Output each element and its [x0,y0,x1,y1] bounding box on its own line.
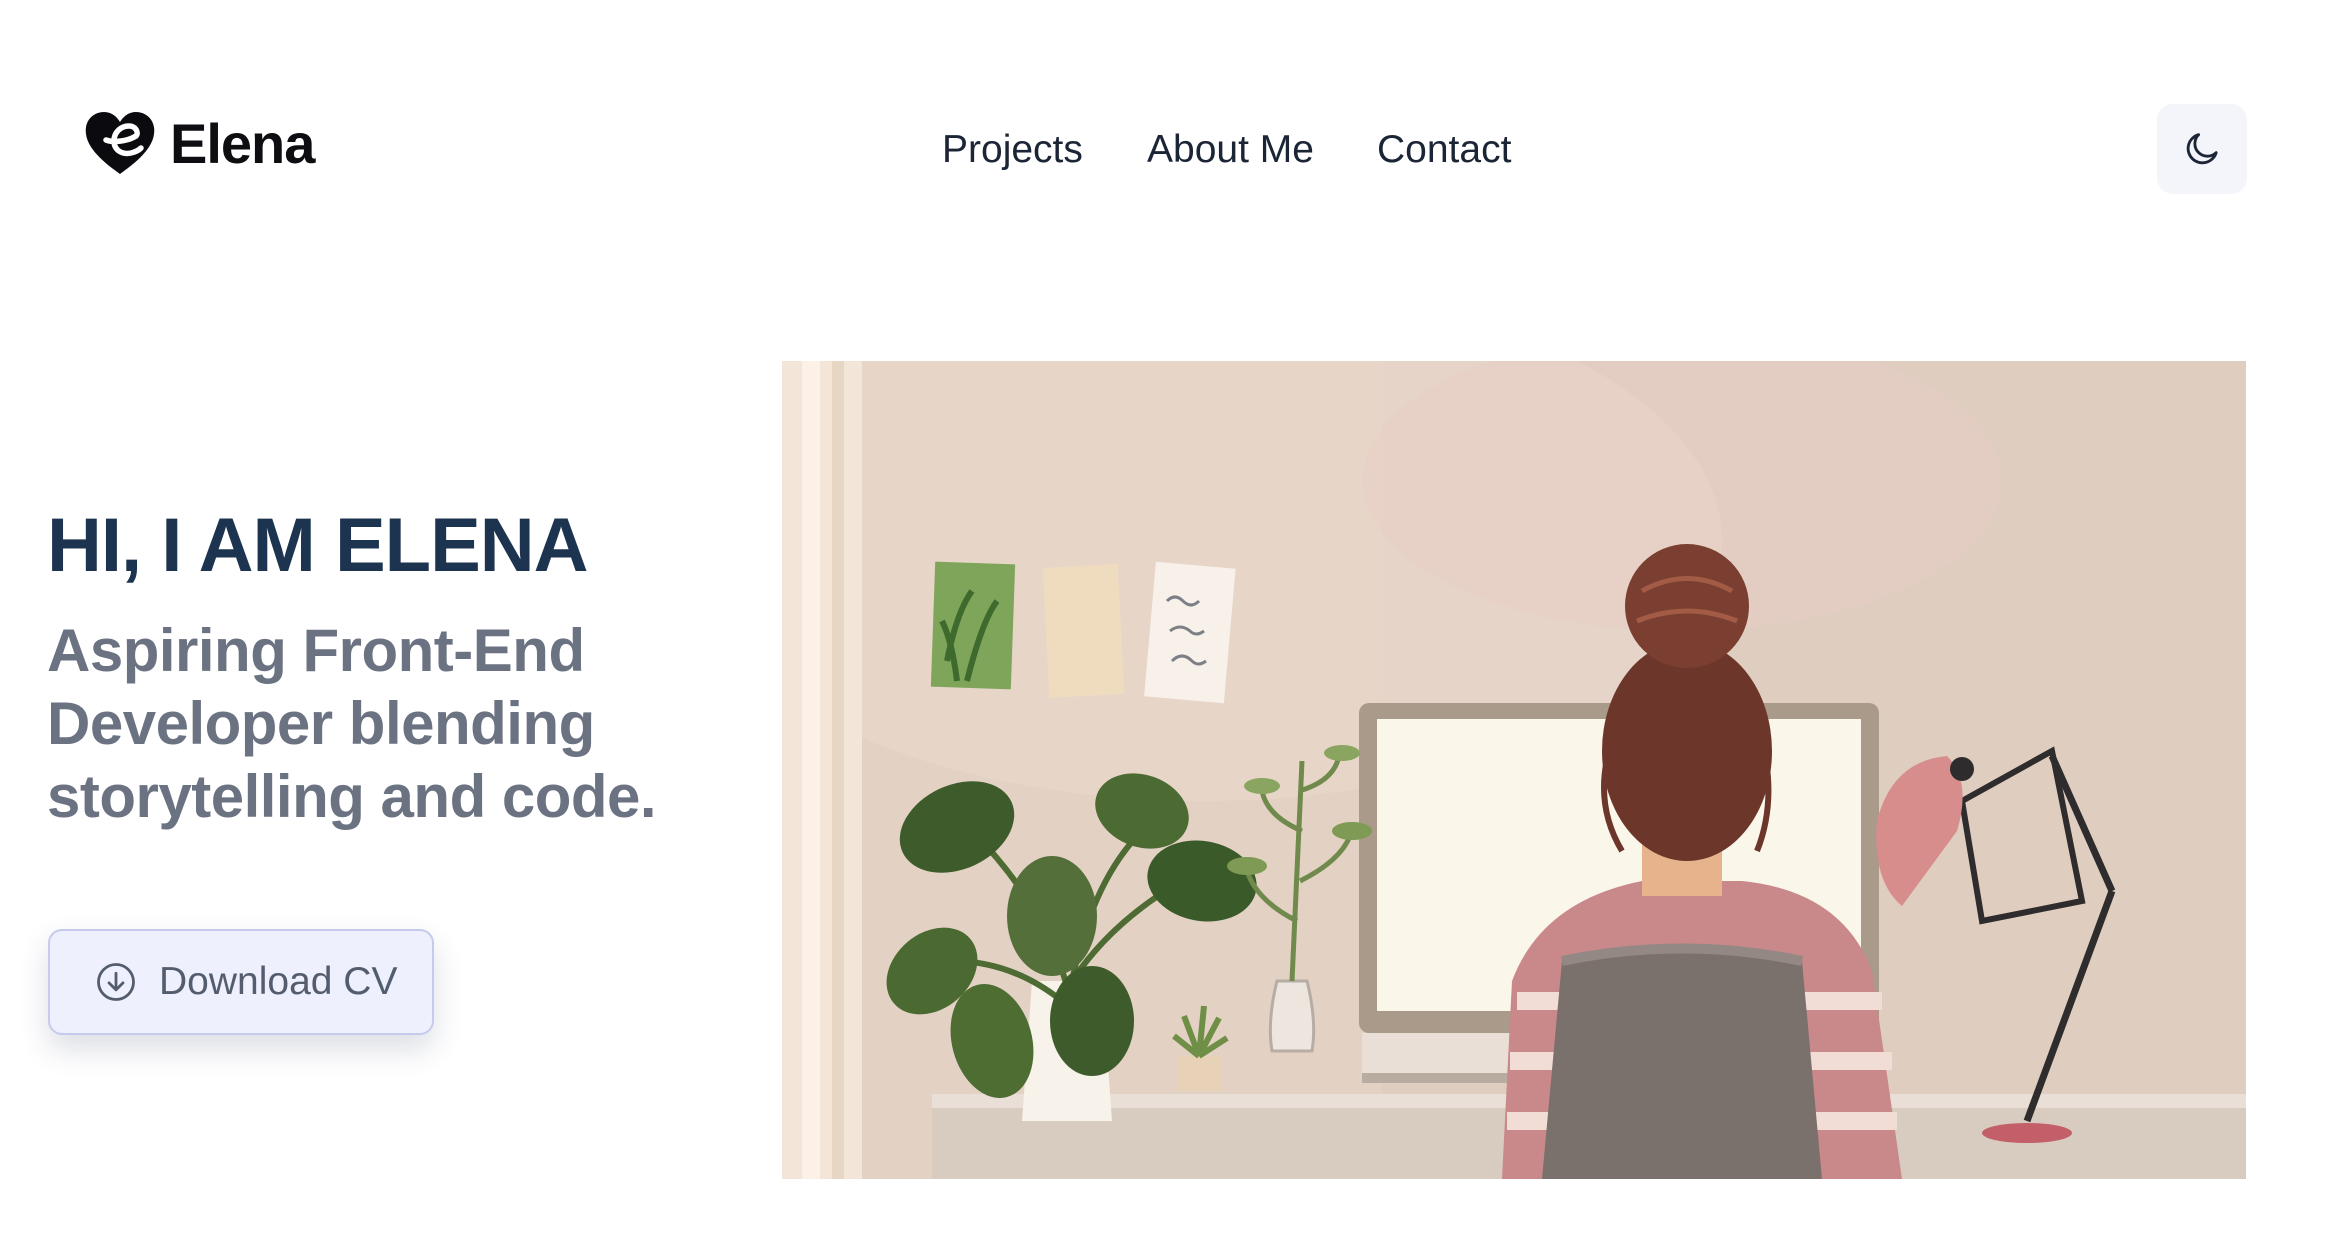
download-cv-button[interactable]: Download CV [48,929,434,1035]
hero-subtitle: Aspiring Front-End Developer blending st… [47,617,657,830]
main-nav: Projects About Me Contact [0,128,2328,178]
hero-title: HI, I AM ELENA [47,503,589,588]
moon-icon [2186,133,2218,165]
theme-toggle-button[interactable] [2157,104,2247,194]
download-circle-icon [97,963,135,1001]
hero-illustration [782,361,2246,1179]
nav-link-about-me[interactable]: About Me [1147,128,1314,172]
nav-link-contact[interactable]: Contact [1377,128,1511,172]
nav-link-projects[interactable]: Projects [942,128,1083,172]
download-cv-label: Download CV [159,960,398,1003]
woman-at-desk-illustration [782,361,2246,1179]
